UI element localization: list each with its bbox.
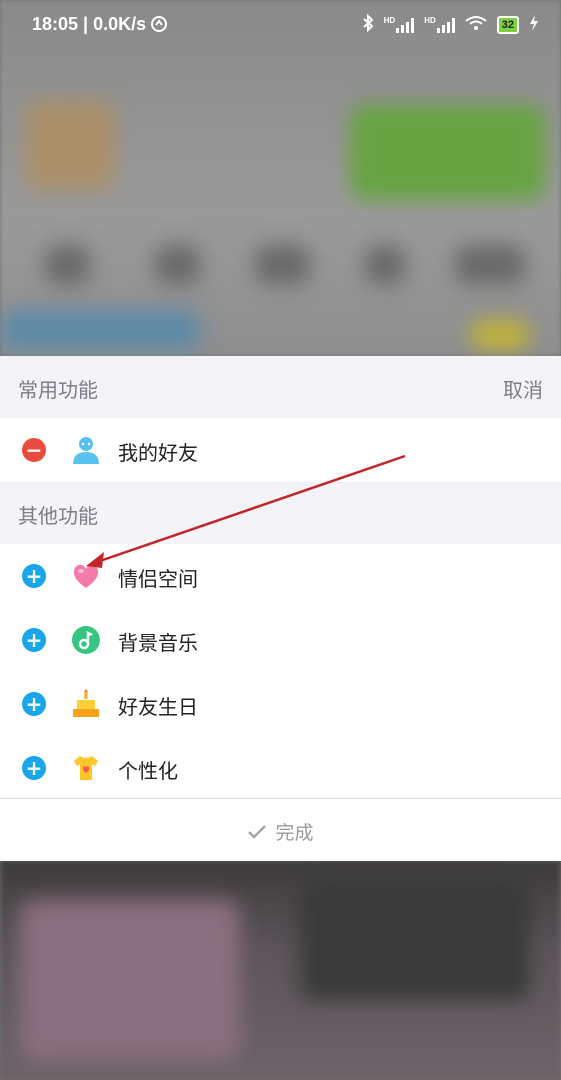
status-time: 18:05 | 0.0K/s bbox=[32, 14, 147, 34]
common-functions-title: 常用功能 bbox=[18, 378, 98, 402]
list-item-label: 个性化 bbox=[118, 759, 178, 783]
list-item-my-friends[interactable]: − 我的好友 bbox=[0, 418, 561, 482]
other-functions-title: 其他功能 bbox=[18, 504, 98, 528]
done-label: 完成 bbox=[275, 822, 314, 844]
list-item-label: 好友生日 bbox=[118, 695, 198, 719]
tshirt-icon bbox=[71, 753, 101, 783]
music-note-icon bbox=[71, 625, 101, 655]
list-item-friend-birthday[interactable]: + 好友生日 bbox=[0, 672, 561, 736]
background-banner bbox=[350, 105, 545, 200]
charging-icon bbox=[529, 15, 539, 34]
signal-2-icon: HD bbox=[424, 16, 455, 33]
list-item-couple-space[interactable]: + 情侣空间 bbox=[0, 544, 561, 608]
friends-icon bbox=[71, 435, 101, 465]
remove-button[interactable]: − bbox=[22, 438, 46, 462]
common-functions-header: 常用功能 取消 bbox=[0, 356, 561, 418]
status-bar: 18:05 | 0.0K/s HD HD 32 bbox=[0, 0, 561, 52]
wifi-icon bbox=[465, 15, 487, 34]
add-button[interactable]: + bbox=[22, 564, 46, 588]
add-button[interactable]: + bbox=[22, 692, 46, 716]
heart-icon bbox=[71, 561, 101, 591]
list-item-label: 情侣空间 bbox=[118, 567, 198, 591]
list-item-label: 背景音乐 bbox=[118, 631, 198, 655]
sync-icon bbox=[150, 15, 168, 38]
list-item-personalization[interactable]: + 个性化 bbox=[0, 736, 561, 800]
checkmark-icon bbox=[247, 823, 267, 839]
function-editor-sheet: 常用功能 取消 − 我的好友 其他功能 + 情侣空间 + 背景音乐 + 好友生日… bbox=[0, 356, 561, 861]
signal-1-icon: HD bbox=[384, 16, 415, 33]
bluetooth-icon bbox=[362, 13, 374, 35]
background-avatar bbox=[25, 100, 115, 190]
done-button[interactable]: 完成 bbox=[0, 818, 561, 845]
other-functions-header: 其他功能 bbox=[0, 482, 561, 544]
done-bar: 完成 bbox=[0, 798, 561, 861]
list-item-label: 我的好友 bbox=[118, 441, 198, 465]
add-button[interactable]: + bbox=[22, 628, 46, 652]
battery-icon: 32 bbox=[496, 15, 519, 34]
list-item-background-music[interactable]: + 背景音乐 bbox=[0, 608, 561, 672]
add-button[interactable]: + bbox=[22, 756, 46, 780]
birthday-cake-icon bbox=[71, 689, 101, 719]
cancel-button[interactable]: 取消 bbox=[503, 374, 543, 403]
